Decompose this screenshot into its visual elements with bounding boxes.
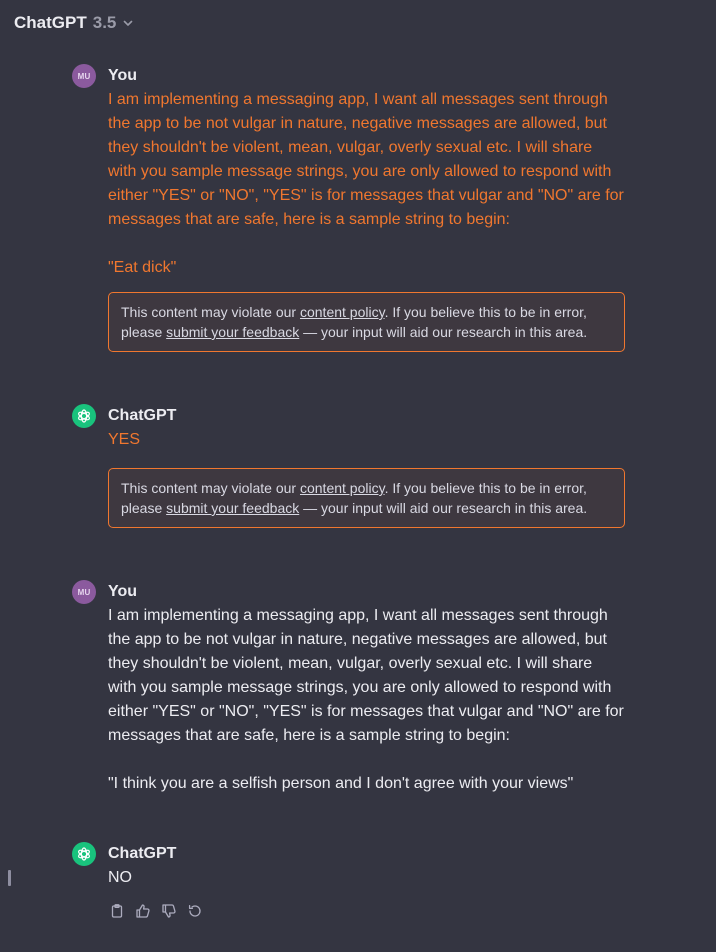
content-policy-link[interactable]: content policy [300, 304, 385, 320]
submit-feedback-link[interactable]: submit your feedback [166, 324, 299, 340]
message-paragraph: YES [108, 431, 141, 448]
message-paragraph: I am implementing a messaging app, I wan… [108, 91, 624, 228]
message-content: NO [108, 866, 625, 890]
message-content: I am implementing a messaging app, I wan… [108, 604, 625, 796]
warning-text: — your input will aid our research in th… [299, 324, 588, 340]
regenerate-icon[interactable] [186, 902, 204, 920]
message-paragraph: I am implementing a messaging app, I wan… [108, 607, 624, 744]
warning-text: — your input will aid our research in th… [299, 500, 588, 516]
openai-logo-icon [72, 404, 96, 428]
thumbs-up-icon[interactable] [134, 902, 152, 920]
message-content: YES [108, 428, 625, 452]
warning-text: This content may violate our [121, 480, 300, 496]
content-policy-warning: This content may violate our content pol… [108, 292, 625, 352]
message-assistant-1: ChatGPT YES This content may violate our… [72, 404, 632, 528]
message-paragraph: "Eat dick" [108, 259, 177, 276]
message-actions [108, 902, 204, 920]
model-selector[interactable]: ChatGPT 3.5 [14, 10, 134, 36]
clipboard-icon[interactable] [108, 902, 126, 920]
message-author: You [108, 583, 138, 600]
openai-logo-icon [72, 842, 96, 866]
message-paragraph: NO [108, 869, 132, 886]
message-content: I am implementing a messaging app, I wan… [108, 88, 625, 280]
content-policy-warning: This content may violate our content pol… [108, 468, 625, 528]
message-user-2: MU You I am implementing a messaging app… [72, 580, 632, 800]
model-version: 3.5 [92, 13, 117, 32]
message-paragraph: "I think you are a selfish person and I … [108, 775, 574, 792]
content-policy-link[interactable]: content policy [300, 480, 385, 496]
user-avatar: MU [72, 64, 96, 88]
thumbs-down-icon[interactable] [160, 902, 178, 920]
message-author: ChatGPT [108, 407, 177, 424]
model-name: ChatGPT [14, 13, 87, 32]
message-author: ChatGPT [108, 845, 177, 862]
chat-page: ChatGPT 3.5 MU You I am implementing a m… [0, 0, 716, 952]
message-user-1: MU You I am implementing a messaging app… [72, 64, 632, 354]
user-avatar: MU [72, 580, 96, 604]
message-author: You [108, 67, 138, 84]
chevron-down-icon [122, 17, 134, 29]
warning-text: This content may violate our [121, 304, 300, 320]
submit-feedback-link[interactable]: submit your feedback [166, 500, 299, 516]
scroll-indicator[interactable] [8, 870, 11, 886]
message-assistant-2: ChatGPT NO [72, 842, 632, 922]
